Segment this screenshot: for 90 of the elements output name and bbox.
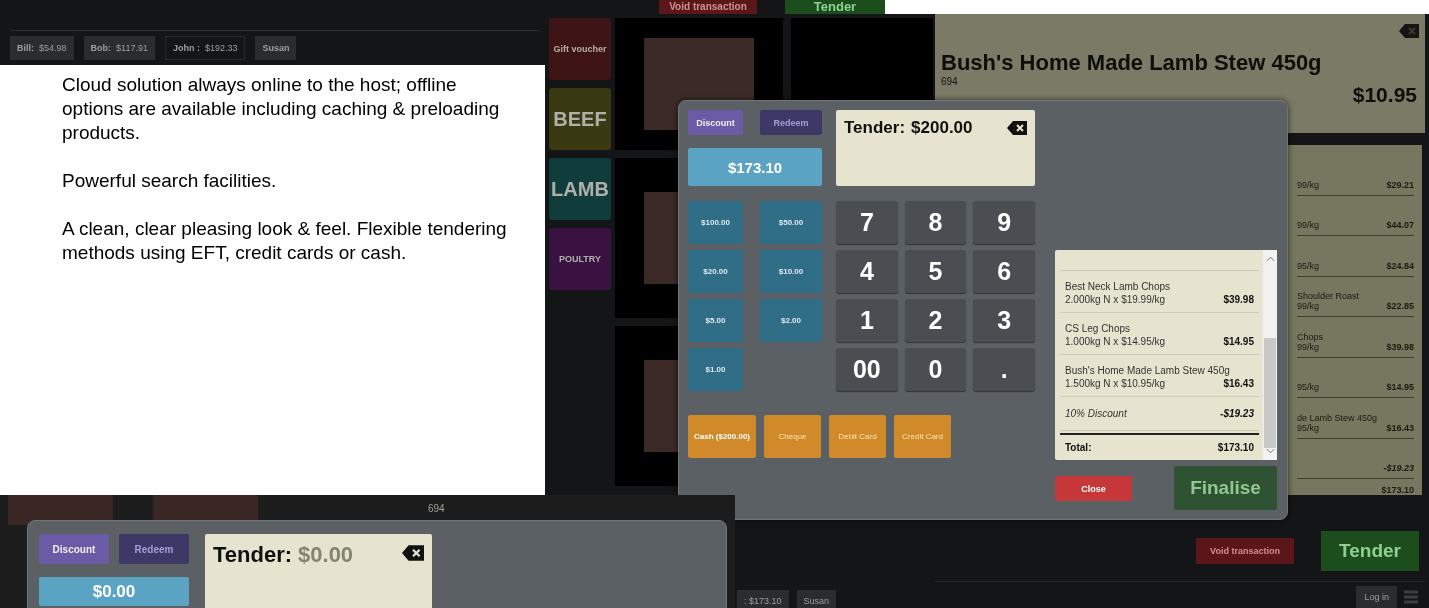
keypad-key[interactable]: 2 [904, 299, 967, 342]
close-button[interactable]: Close [1055, 476, 1132, 501]
tender-amount: $200.00 [911, 118, 973, 138]
customer-tab[interactable]: Susan [796, 590, 837, 608]
quick-cash-button[interactable]: $1.00 [688, 348, 743, 391]
total-label: Total: [1065, 442, 1092, 453]
tender-label: Tender: [844, 118, 906, 138]
receipt-item-detail: 2.000kg N x $19.99/kg [1065, 293, 1166, 306]
keypad-key[interactable]: 1 [836, 299, 898, 342]
keypad-key[interactable]: . [973, 348, 1035, 391]
product-code: 694 [428, 503, 445, 514]
scrollbar-thumb[interactable] [1264, 338, 1276, 448]
keypad-key[interactable]: 4 [836, 250, 898, 293]
order-item-name: de Lamb Stew 450g [1297, 412, 1379, 423]
keypad-key[interactable]: 7 [836, 201, 898, 244]
total-amount: $173.10 [1217, 442, 1254, 453]
customer-tab[interactable]: Bill: $54.98 [10, 36, 74, 60]
keypad-key[interactable]: 8 [904, 201, 967, 244]
customer-tab[interactable]: Susan [255, 36, 297, 60]
order-item-name: Chops [1297, 331, 1324, 342]
product-price: $10.95 [1351, 83, 1417, 107]
scrollbar[interactable] [1263, 250, 1277, 460]
receipt-item-detail: 1.000kg N x $14.95/kg [1065, 335, 1166, 348]
order-item-detail: 99/kg [1297, 179, 1320, 190]
order-item-detail: 99/kg [1297, 341, 1320, 352]
action-button[interactable]: Discount [39, 534, 109, 564]
quick-cash-button[interactable]: $20.00 [688, 250, 743, 293]
tender-label: Tender: [213, 542, 293, 568]
description-text: A clean, clear pleasing look & feel. Flexible tendering methods using EFT, credit cards or cash. [62, 217, 508, 265]
order-item-amount: $44.07 [1386, 220, 1414, 230]
menu-icon[interactable] [1403, 589, 1419, 605]
quick-cash-button[interactable]: $10.00 [760, 250, 822, 293]
category-tile[interactable]: BEEF [549, 88, 611, 150]
keypad-key[interactable]: 9 [973, 201, 1035, 244]
customer-tab[interactable]: : $173.10 [737, 590, 789, 608]
tender-amount-field[interactable]: $0.00 [298, 542, 379, 568]
order-item-amount: $29.21 [1386, 179, 1414, 190]
keypad-key[interactable]: 00 [836, 348, 898, 391]
order-item-amount: -$19.23 [1383, 463, 1414, 473]
keypad-key[interactable]: 6 [973, 250, 1035, 293]
customer-tab[interactable]: John : $192.33 [164, 36, 246, 60]
order-item-detail: 95/kg [1297, 422, 1320, 433]
keypad-key[interactable]: 0 [904, 348, 967, 391]
receipt-item-name: CS Leg Chops [1065, 322, 1132, 335]
receipt-item-amount: $16.43 [1223, 377, 1254, 390]
description-text: Cloud solution always online to the host; offline options are available including caching & preloading products. [62, 73, 501, 145]
discount-label: 10% Discount [1065, 407, 1127, 420]
void-transaction-button[interactable]: Void transaction [1196, 538, 1294, 564]
receipt-item-detail: 1.500kg N x $10.95/kg [1065, 377, 1166, 390]
amount-due-button[interactable]: $0.00 [39, 577, 189, 606]
backspace-icon[interactable] [1007, 121, 1027, 135]
receipt-item-amount: $14.95 [1223, 335, 1254, 348]
order-total: $173.10 [1380, 485, 1414, 495]
category-tile[interactable]: Gift voucher [549, 18, 611, 80]
category-tile[interactable]: POULTRY [549, 228, 611, 290]
void-transaction-button[interactable]: Void transaction [659, 0, 757, 14]
scroll-down-icon[interactable] [1265, 448, 1275, 454]
order-item-amount: $16.43 [1386, 422, 1414, 433]
order-item-amount: $22.85 [1386, 301, 1414, 311]
product-code: 694 [941, 76, 958, 87]
customer-tab[interactable]: Bob: $117.91 [83, 36, 155, 60]
receipt-item-name: Bush's Home Made Lamb Stew 450g [1065, 364, 1231, 377]
payment-method-button[interactable]: Cash ($200.00) [688, 415, 757, 458]
order-item-detail: 95/kg [1297, 260, 1320, 271]
product-title: Bush's Home Made Lamb Stew 450g [941, 50, 1323, 76]
receipt-item-amount: $39.98 [1223, 293, 1254, 306]
order-item-name: Shoulder Roast [1297, 291, 1361, 301]
amount-due-button[interactable]: $173.10 [688, 148, 822, 186]
order-item-amount: $24.84 [1386, 260, 1414, 271]
quick-cash-button[interactable]: $50.00 [760, 201, 822, 244]
order-item-detail: 99/kg [1297, 220, 1320, 230]
keypad-key[interactable]: 5 [904, 250, 967, 293]
quick-cash-button[interactable]: $5.00 [688, 299, 743, 342]
receipt-item-name: Best Neck Lamb Chops [1065, 280, 1172, 293]
order-item-detail: 99/kg [1297, 301, 1320, 311]
quick-cash-button[interactable]: $2.00 [760, 299, 822, 342]
discount-amount: -$19.23 [1220, 407, 1254, 420]
order-item-amount: $14.95 [1386, 382, 1414, 392]
tender-button[interactable]: Tender [785, 0, 885, 14]
quick-cash-button[interactable]: $100.00 [688, 201, 743, 244]
description-text: Powerful search facilities. [62, 169, 278, 193]
keypad-key[interactable]: 3 [973, 299, 1035, 342]
scroll-up-icon[interactable] [1265, 256, 1275, 262]
tender-button[interactable]: Tender [1321, 531, 1419, 571]
action-button[interactable]: Discount [688, 110, 743, 135]
order-item-detail: 95/kg [1297, 382, 1320, 392]
log-in-button[interactable]: Log in [1356, 586, 1397, 608]
order-item-amount: $39.98 [1386, 341, 1414, 352]
category-tile[interactable]: LAMB [549, 158, 611, 220]
backspace-icon[interactable] [402, 545, 424, 561]
